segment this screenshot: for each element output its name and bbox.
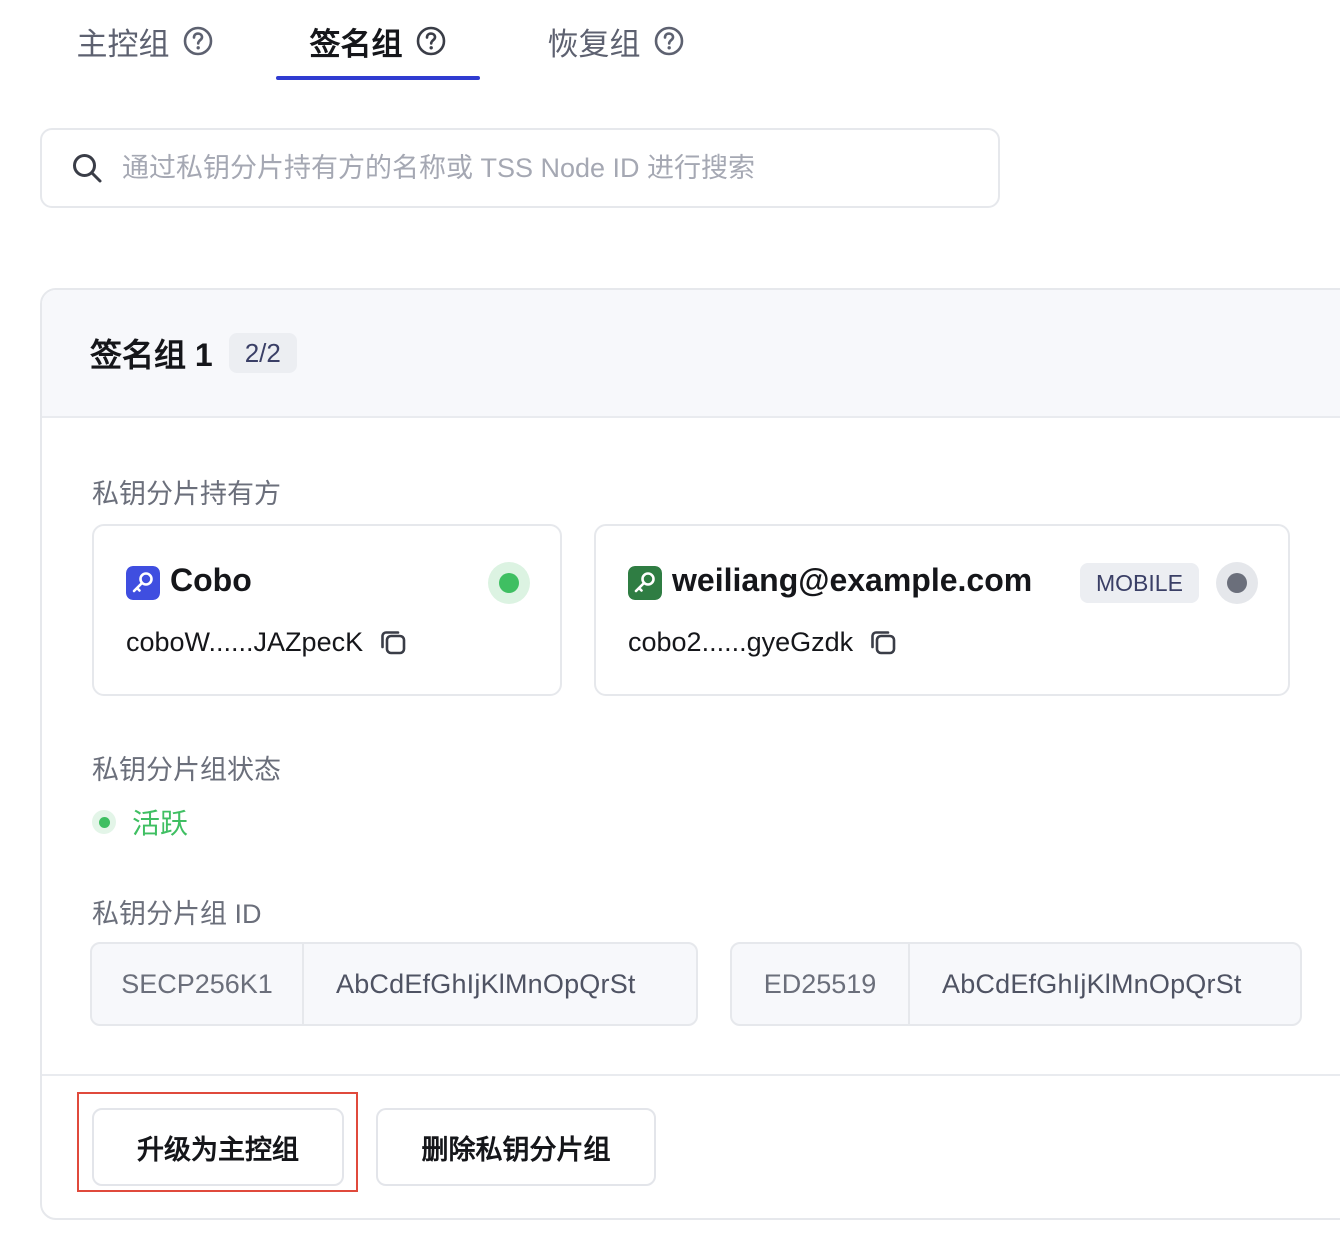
group-id-label: 私钥分片组 ID: [92, 899, 262, 929]
question-circle-icon[interactable]: [653, 25, 685, 57]
tab-label: 恢复组: [547, 26, 641, 62]
signing-group-card: 签名组 1 2/2 私钥分片持有方 Cobo coboW......JAZpec…: [40, 288, 1340, 1220]
holder-name: Cobo: [170, 562, 252, 598]
card-footer: 升级为主控组 删除私钥分片组: [42, 1074, 1340, 1218]
online-status-indicator: [488, 562, 530, 604]
status-text: 活跃: [132, 808, 189, 839]
search-input[interactable]: [122, 143, 942, 193]
device-tag-badge: MOBILE: [1080, 563, 1199, 603]
tab-label: 主控组: [76, 26, 170, 62]
tab-main-group[interactable]: 主控组: [70, 0, 220, 82]
group-count-badge: 2/2: [228, 333, 297, 373]
question-circle-icon[interactable]: [415, 25, 447, 57]
key-icon: [628, 566, 662, 600]
status-dot: [499, 573, 519, 593]
group-title: 签名组 1: [90, 337, 213, 373]
holder-node-id: coboW......JAZpecK: [126, 626, 409, 658]
holder-card: Cobo coboW......JAZpecK: [92, 524, 562, 696]
copy-icon[interactable]: [867, 626, 899, 658]
tab-recovery-group[interactable]: 恢复组: [541, 0, 691, 82]
node-id-text: coboW......JAZpecK: [126, 626, 364, 657]
group-status: 活跃: [92, 802, 188, 842]
search-box: [40, 128, 1000, 208]
holder-name: weiliang@example.com: [672, 562, 1033, 598]
group-id-field: ED25519 AbCdEfGhIjKlMnOpQrSt: [730, 942, 1302, 1026]
search-icon: [73, 154, 102, 183]
status-dot: [1227, 573, 1247, 593]
curve-name: SECP256K1: [92, 944, 304, 1024]
holder-card: weiliang@example.com MOBILE cobo2......g…: [594, 524, 1290, 696]
node-id-text: cobo2......gyeGzdk: [628, 626, 854, 657]
group-tabs: 主控组 签名组 恢复组: [0, 0, 1340, 82]
holders-label: 私钥分片持有方: [92, 479, 281, 509]
tab-signing-group[interactable]: 签名组: [276, 0, 480, 82]
group-id-value: AbCdEfGhIjKlMnOpQrSt: [336, 968, 636, 999]
key-icon: [126, 566, 160, 600]
group-id-field: SECP256K1 AbCdEfGhIjKlMnOpQrSt: [90, 942, 698, 1026]
holder-node-id: cobo2......gyeGzdk: [628, 626, 899, 658]
group-id-value: AbCdEfGhIjKlMnOpQrSt: [942, 968, 1242, 999]
page: 主控组 签名组 恢复组 通过私钥分片持有方的名称或 TSS Node ID 进行…: [0, 0, 1340, 1242]
question-circle-icon[interactable]: [182, 25, 214, 57]
card-header: 签名组 1 2/2: [42, 290, 1340, 418]
status-label: 私钥分片组状态: [92, 755, 281, 785]
tab-label: 签名组: [309, 26, 403, 62]
status-dot-icon: [92, 810, 116, 834]
curve-name: ED25519: [732, 944, 910, 1024]
delete-key-share-group-button[interactable]: 删除私钥分片组: [376, 1108, 656, 1186]
upgrade-to-main-group-button[interactable]: 升级为主控组: [92, 1108, 344, 1186]
online-status-indicator: [1216, 562, 1258, 604]
copy-icon[interactable]: [377, 626, 409, 658]
